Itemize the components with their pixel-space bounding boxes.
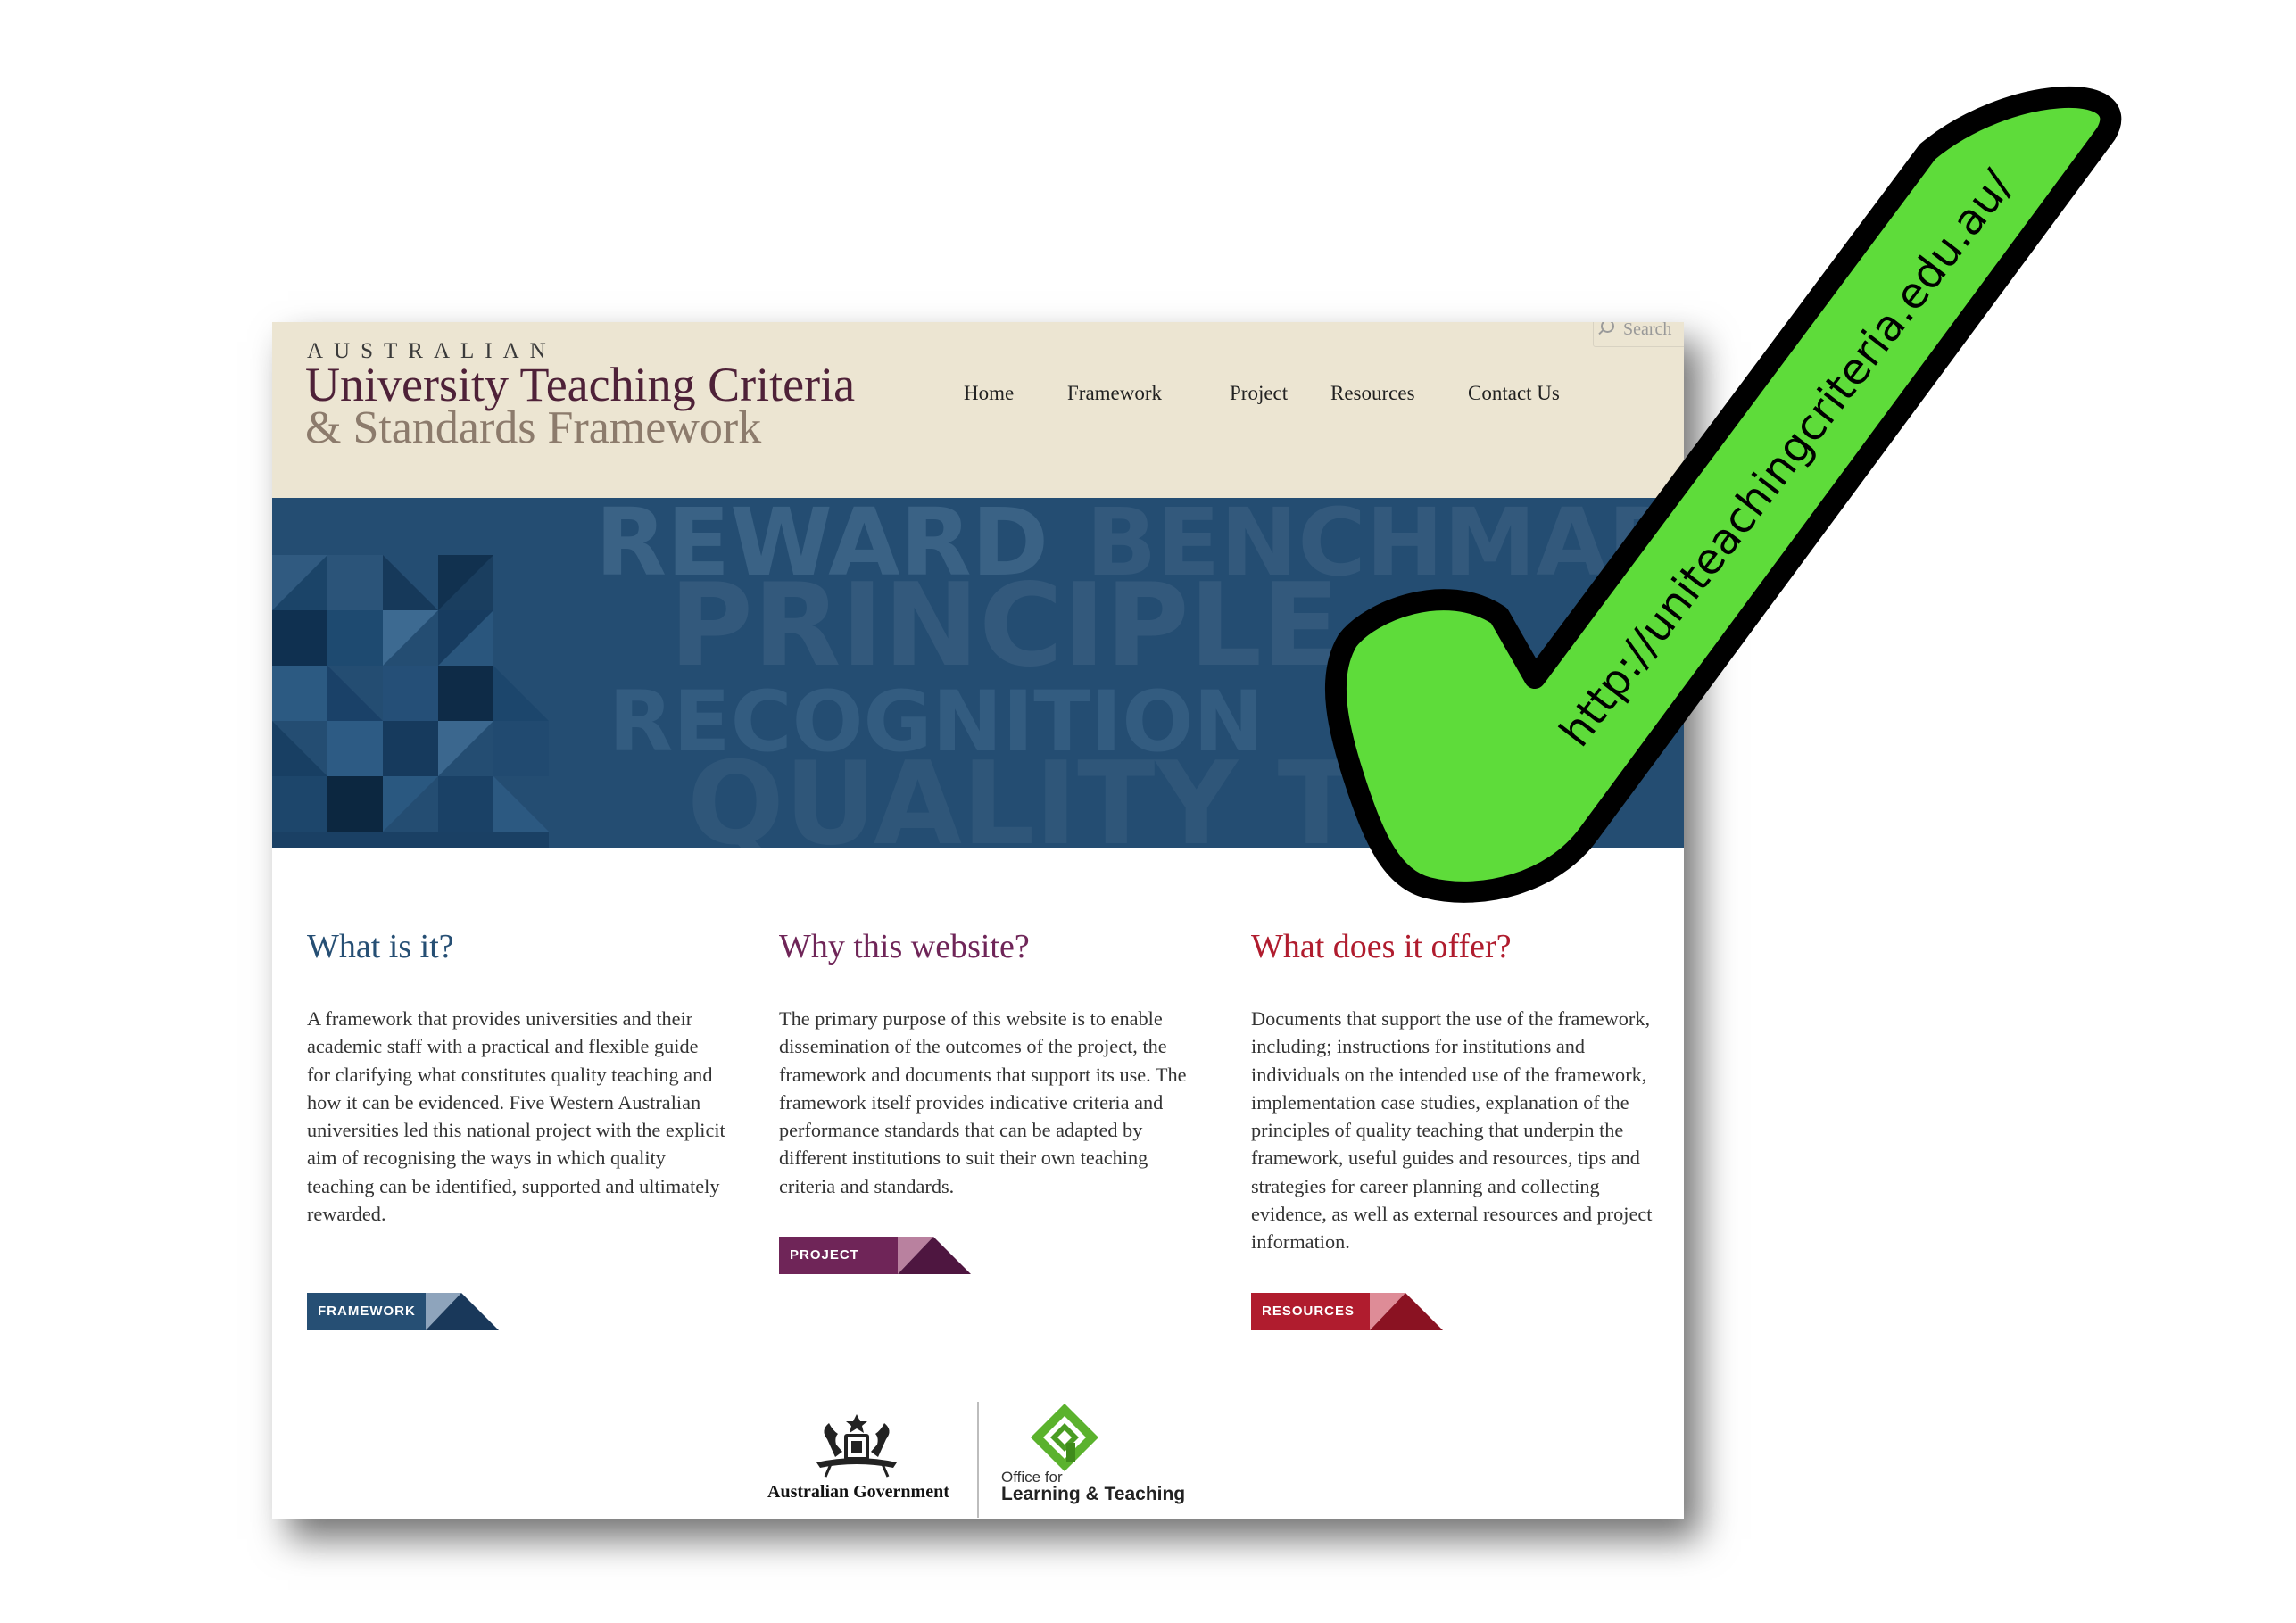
- checkmark-url-text: http://uniteachingcriteria.edu.au/: [1550, 161, 2023, 756]
- checkmark-icon: http://uniteachingcriteria.edu.au/: [1324, 87, 2122, 903]
